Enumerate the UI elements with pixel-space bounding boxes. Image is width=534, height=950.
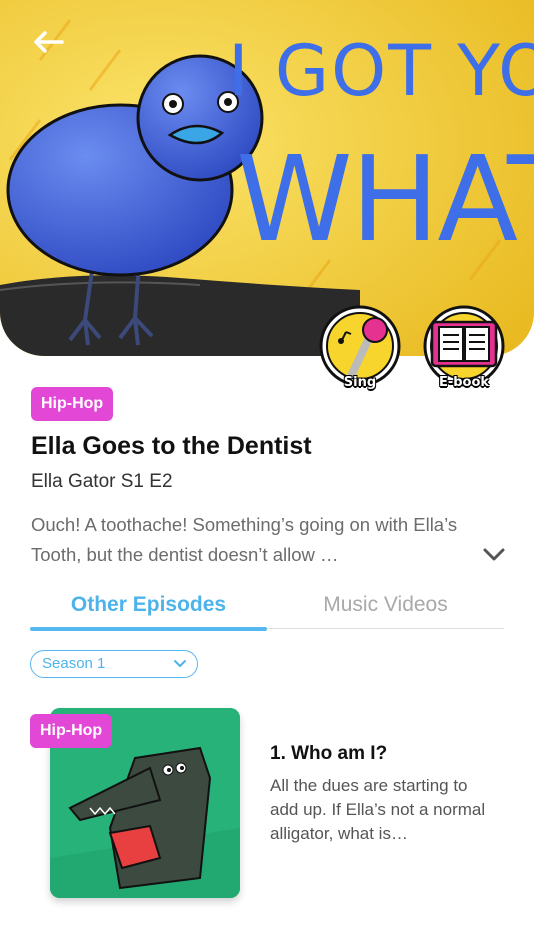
tab-music-videos[interactable]: Music Videos <box>267 588 504 628</box>
chevron-down-icon <box>483 548 505 561</box>
episode-item-title: 1. Who am I? <box>270 743 388 764</box>
hero-illustration: I GOT YOU WHATUP <box>0 0 534 356</box>
expand-description-button[interactable] <box>481 543 507 565</box>
ebook-button[interactable]: E-book <box>422 304 506 390</box>
genre-badge: Hip-Hop <box>31 387 114 421</box>
tab-active-indicator <box>30 627 267 631</box>
arrow-left-icon <box>34 31 64 53</box>
back-button[interactable] <box>26 26 70 58</box>
tab-other-episodes[interactable]: Other Episodes <box>30 588 267 628</box>
episode-list-item[interactable]: Hip-Hop 1. Who am I? All the dues are st… <box>30 708 510 908</box>
episode-title: Ella Goes to the Dentist <box>31 432 312 460</box>
artwork-text-1: I GOT YOU <box>228 30 534 112</box>
tab-bar: Other Episodes Music Videos <box>30 588 504 632</box>
episode-description: Ouch! A toothache! Something’s going on … <box>31 514 458 565</box>
episode-subtitle: Ella Gator S1 E2 <box>31 471 173 492</box>
episode-genre-badge: Hip-Hop <box>30 714 113 748</box>
sing-label: Sing <box>343 375 377 390</box>
sing-button[interactable]: Sing <box>318 304 402 390</box>
season-select-value: Season 1 <box>42 655 106 672</box>
episode-item-description: All the dues are starting to add up. If … <box>270 776 486 843</box>
ebook-label: E-book <box>438 375 490 390</box>
season-select[interactable]: Season 1 <box>30 650 198 678</box>
artwork-text-2: WHATUP <box>236 130 534 268</box>
chevron-down-icon <box>174 660 186 667</box>
hero-artwork: I GOT YOU WHATUP <box>0 0 534 356</box>
